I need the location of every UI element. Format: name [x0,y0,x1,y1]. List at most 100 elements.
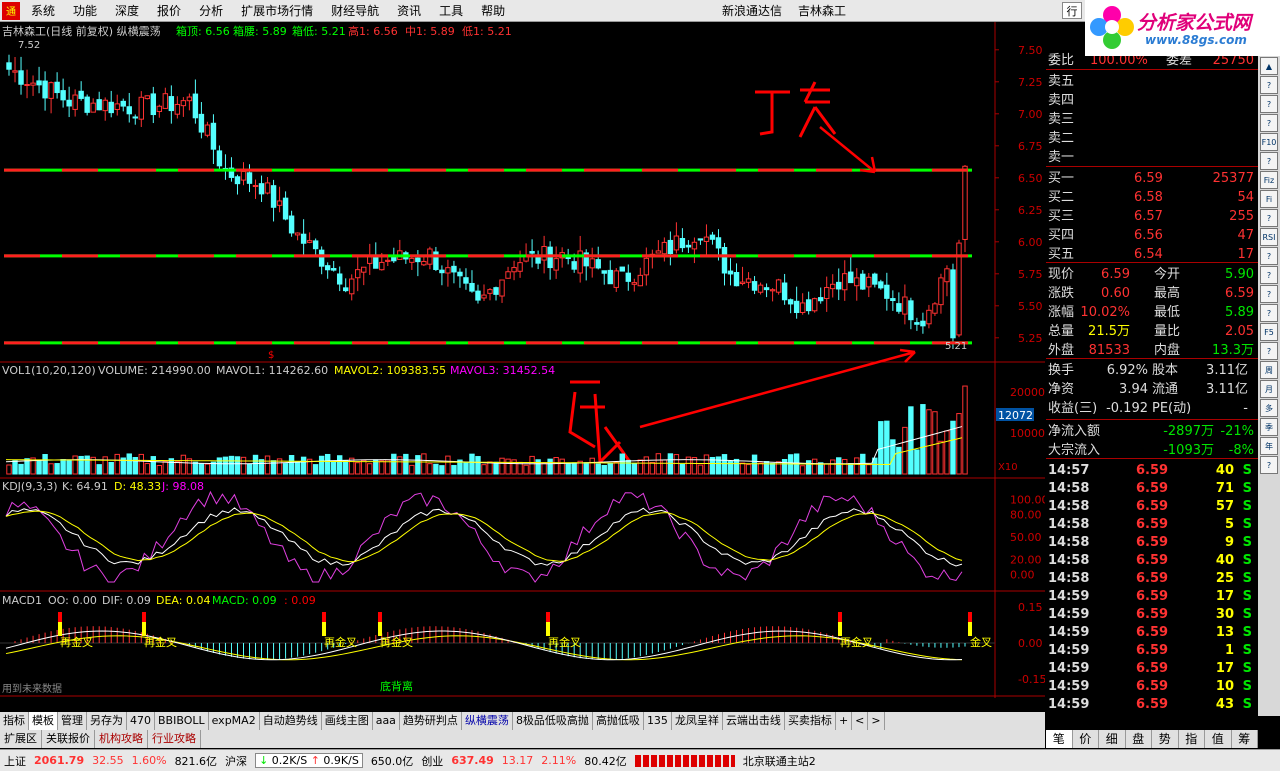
sell-label: 卖三 [1048,112,1075,127]
candle-body [685,244,692,248]
side-tab[interactable]: 势 [1152,730,1179,748]
extension-tab[interactable]: 机构攻略 [95,730,148,748]
candle-body [493,287,499,295]
vol-bar [324,453,331,475]
extension-tab[interactable]: 关联报价 [42,730,95,748]
indicator-tab[interactable]: 470 [127,712,155,730]
indicator-tab[interactable]: 云端出击线 [723,712,785,730]
divider [1046,69,1258,70]
candle-body [824,287,830,300]
toolbar-button[interactable]: 周 [1260,361,1278,379]
menu-stock-name: 吉林森工 [798,4,847,18]
toolbar-button[interactable]: ? [1260,304,1278,322]
menu-item[interactable]: 分析 [190,2,232,19]
indicator-tab[interactable]: 另存为 [87,712,127,730]
macd-extra: : 0.09 [284,594,316,607]
toolbar-button[interactable]: 多 [1260,399,1278,417]
toolbar-button[interactable]: ? [1260,285,1278,303]
toolbar-button[interactable]: ? [1260,456,1278,474]
menu-item[interactable]: 工具 [430,2,472,19]
vol-tick-label: 20000 [1010,386,1045,399]
extension-tab[interactable]: 行业攻略 [148,730,201,748]
menu-item[interactable]: 深度 [106,2,148,19]
indicator-tab[interactable]: BBIBOLL [155,712,209,730]
toolbar-button[interactable]: ? [1260,95,1278,113]
indicator-tab[interactable]: 趋势研判点 [400,712,462,730]
side-tab[interactable]: 笔 [1046,730,1073,748]
candle-body [120,100,126,107]
chart-area[interactable]: 吉林森工(日线 前复权) 纵横震荡 箱顶: 6.56 箱腰: 5.89 箱低: 5.2… [0,22,1049,712]
extension-tab[interactable]: 扩展区 [0,730,42,748]
menu-right-button[interactable]: 行 [1062,2,1082,19]
toolbar-button[interactable]: RSI [1260,228,1278,246]
stat2-value: 6.92% [1106,363,1148,378]
menu-item[interactable]: 报价 [148,2,190,19]
indicator-tab[interactable]: 画线主图 [322,712,373,730]
menu-item[interactable]: 帮助 [472,2,514,19]
indicator-tab[interactable]: 管理 [58,712,87,730]
indicator-tab[interactable]: 135 [644,712,672,730]
side-tab[interactable]: 值 [1205,730,1232,748]
toolbar-button[interactable]: F10 [1260,133,1278,151]
vol-bar [367,463,373,475]
kline-chart-svg[interactable]: 吉林森工(日线 前复权) 纵横震荡 箱顶: 6.56 箱腰: 5.89 箱低: 5.2… [0,22,1049,712]
indicator-tab[interactable]: 高抛低吸 [593,712,644,730]
tick-price: 6.59 [1136,697,1169,712]
candle-body [355,269,361,279]
side-tab[interactable]: 细 [1099,730,1126,748]
indicator-tab[interactable]: 自动趋势线 [260,712,322,730]
macd-oo: OO: 0.00 [48,594,97,607]
net-speed[interactable]: ↓ 0.2K/S ↑ 0.9K/S [255,753,363,768]
indicator-tab[interactable]: expMA2 [209,712,260,730]
menu-item[interactable]: 资讯 [388,2,430,19]
menu-item[interactable]: 扩展市场行情 [232,2,322,19]
toolbar-button[interactable]: 年 [1260,437,1278,455]
indicator-tab[interactable]: < [852,712,869,730]
menu-item[interactable]: 财经导航 [322,2,388,19]
menu-item[interactable]: 功能 [64,2,106,19]
toolbar-button[interactable]: ▲ [1260,57,1278,75]
tick-price: 6.59 [1136,481,1169,496]
indicator-tab[interactable]: > [868,712,885,730]
vol-bar [126,453,132,475]
toolbar-button[interactable]: 月 [1260,380,1278,398]
indicator-tab[interactable]: 龙凤呈祥 [672,712,723,730]
toolbar-button[interactable]: Fiz [1260,171,1278,189]
toolbar-button[interactable]: F5 [1260,323,1278,341]
tick-volume: 10 [1215,679,1234,694]
candle-body [595,259,601,269]
side-tab[interactable]: 价 [1073,730,1099,748]
toolbar-button[interactable]: ? [1260,114,1278,132]
toolbar-button[interactable]: ? [1260,209,1278,227]
indicator-tab[interactable]: 指标 [0,712,29,730]
indicator-tab[interactable]: + [836,712,853,730]
app-icon[interactable]: 通 [2,1,20,20]
indicator-tab[interactable]: 模板 [29,712,58,730]
extension-tabs: 扩展区 关联报价 机构攻略 行业攻略 [0,730,1045,748]
toolbar-button[interactable]: ? [1260,342,1278,360]
candle-body [902,296,908,315]
toolbar-button[interactable]: ? [1260,247,1278,265]
candle-body [842,273,848,291]
side-tab[interactable]: 指 [1179,730,1205,748]
indicator-tab[interactable]: 纵横震荡 [462,712,513,730]
buy-price: 6.57 [1134,209,1163,224]
toolbar-button[interactable]: Fi [1260,190,1278,208]
toolbar-button[interactable]: ? [1260,152,1278,170]
candle-body [619,266,625,272]
candle-body [300,233,307,244]
indicator-tab[interactable]: 买卖指标 [785,712,836,730]
vol-bar [403,453,409,475]
menu-item[interactable]: 系统 [22,2,64,19]
side-tab[interactable]: 盘 [1126,730,1152,748]
tick-side: S [1242,589,1252,604]
toolbar-button[interactable]: 季 [1260,418,1278,436]
indicator-tab[interactable]: aaa [373,712,400,730]
indicator-tab[interactable]: 8极品低吸高抛 [513,712,593,730]
toolbar-button[interactable]: ? [1260,266,1278,284]
cy-index: 637.49 [451,754,494,767]
stat-value: 21.5万 [1088,324,1130,339]
kdj-label: KDJ(9,3,3) [2,480,58,493]
toolbar-button[interactable]: ? [1260,76,1278,94]
side-tab[interactable]: 筹 [1232,730,1258,748]
